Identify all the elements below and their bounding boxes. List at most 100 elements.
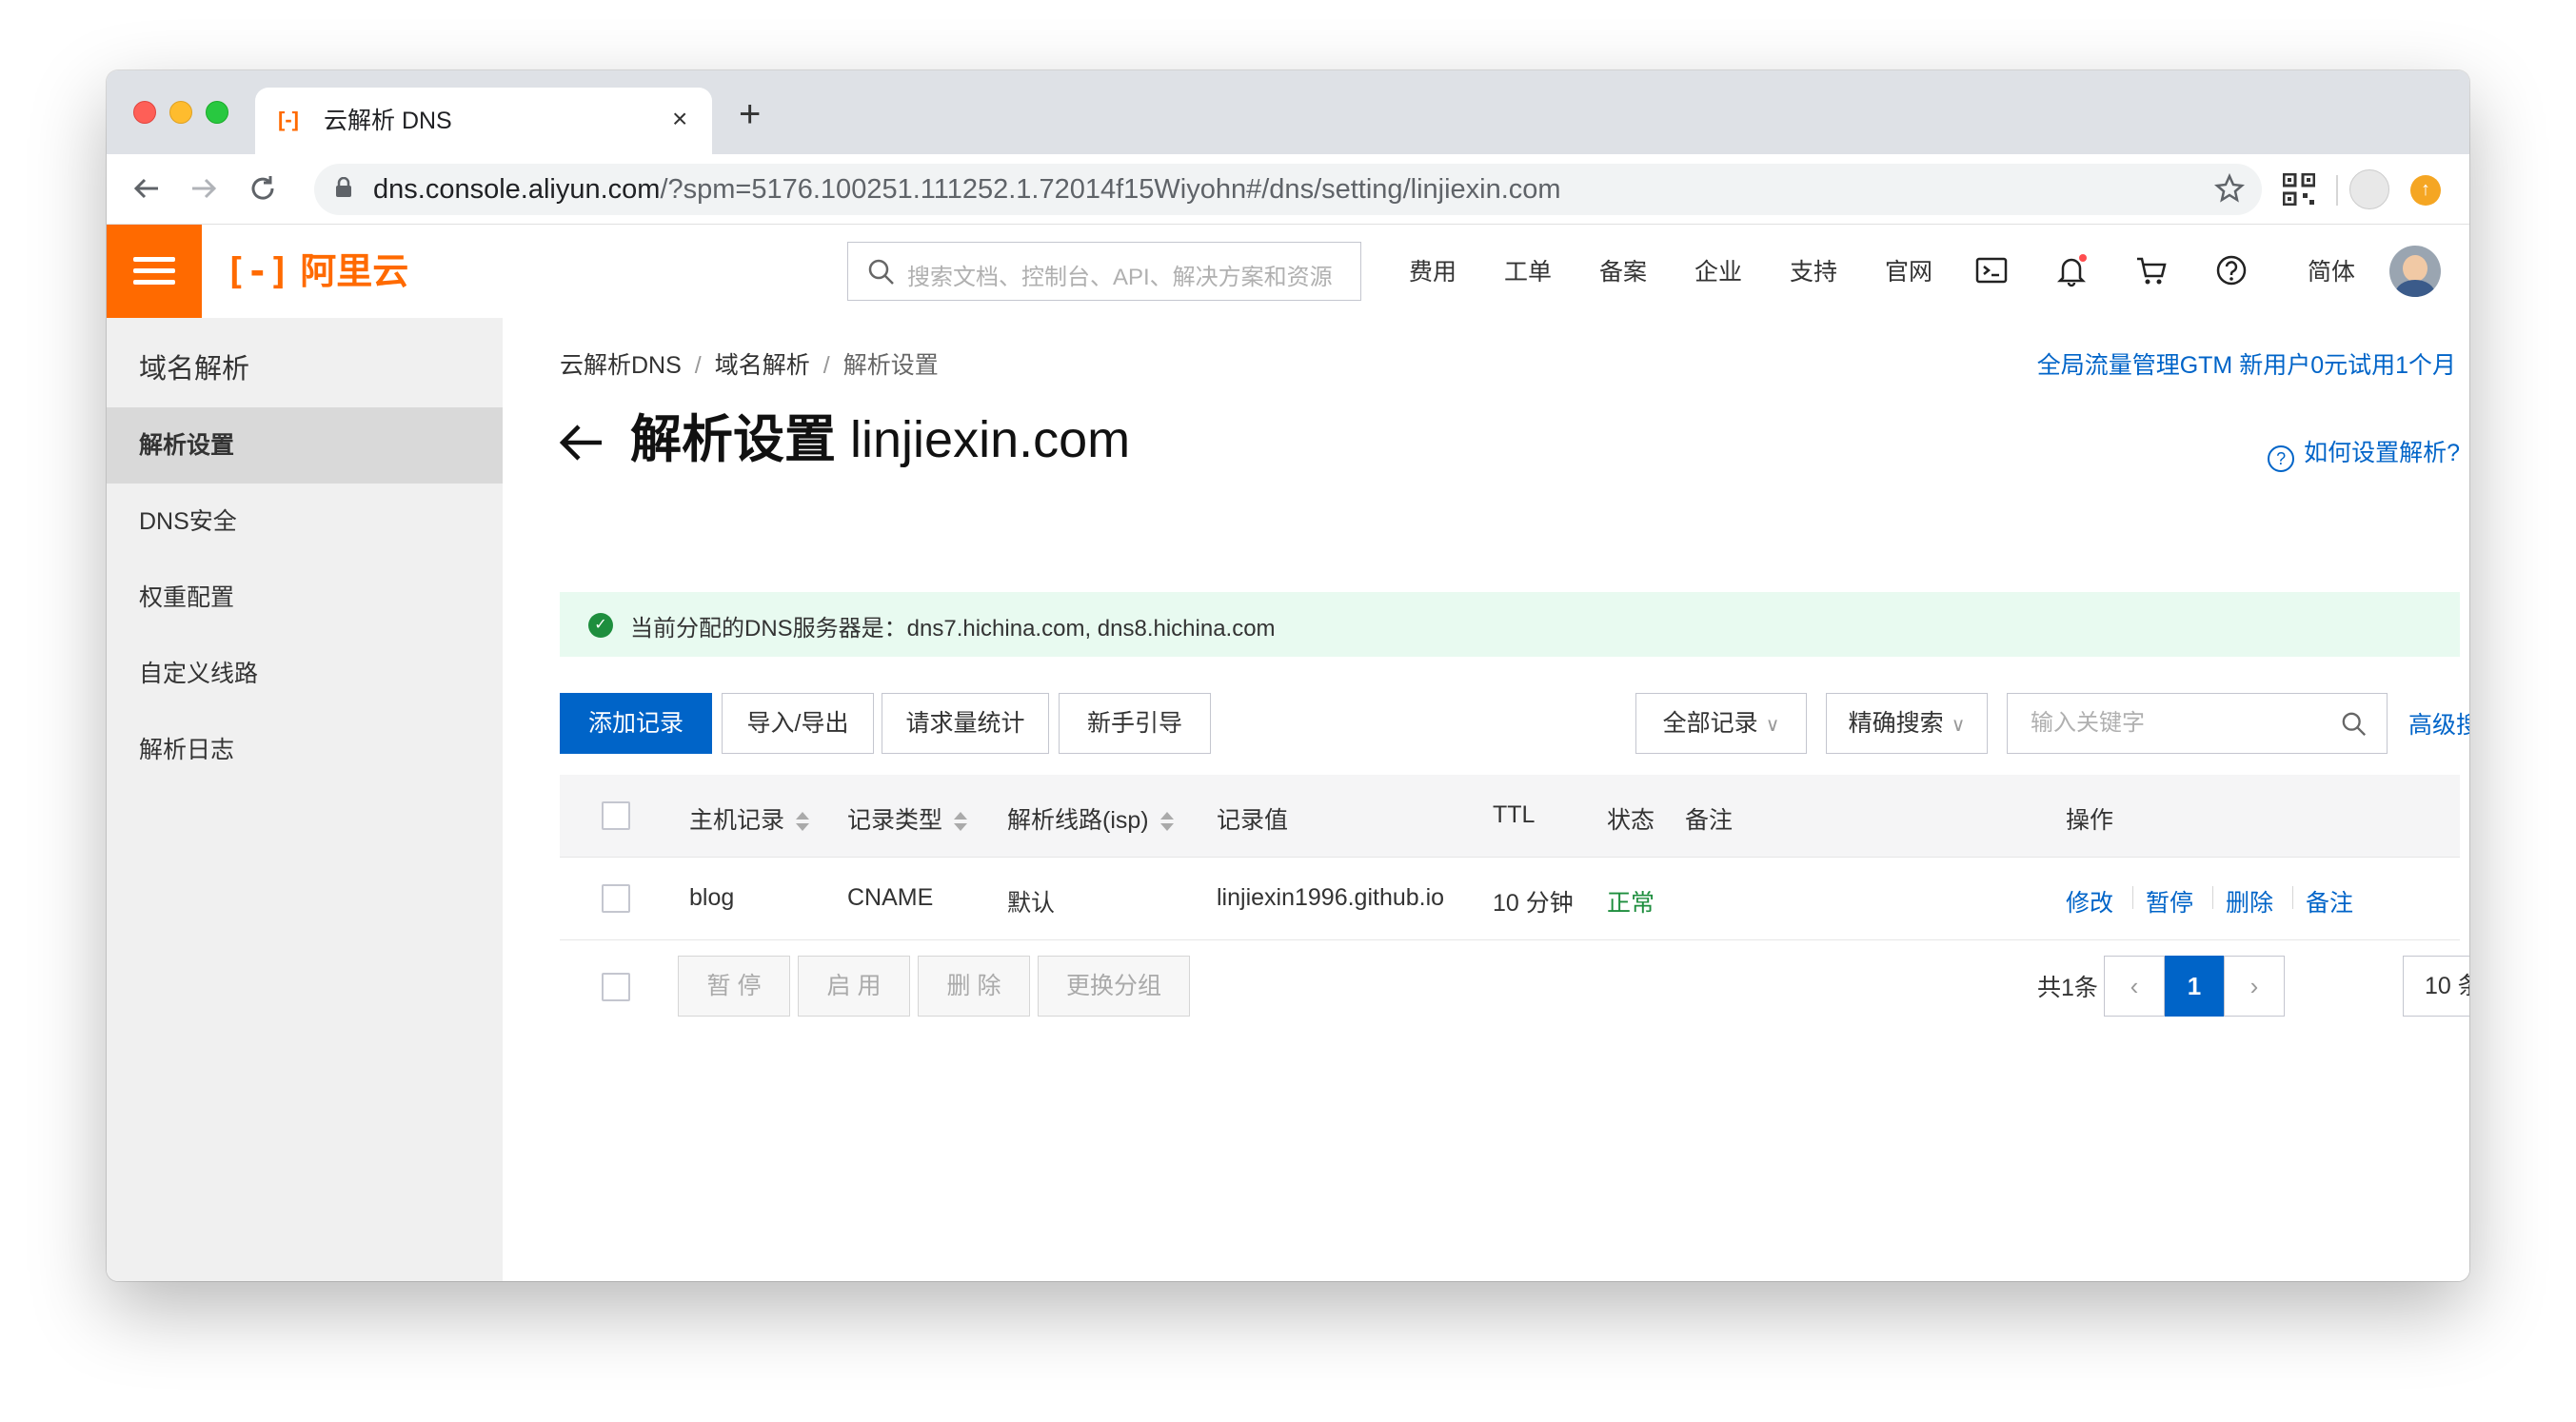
sidebar-item-dns-settings[interactable]: 解析设置 <box>107 407 503 484</box>
batch-select-checkbox[interactable] <box>602 973 630 1001</box>
forward-arrow-icon[interactable] <box>188 173 219 204</box>
column-host[interactable]: 主机记录 <box>689 801 810 836</box>
qr-code-icon[interactable] <box>2283 173 2315 206</box>
add-record-button[interactable]: 添加记录 <box>560 693 712 754</box>
cell-ttl: 10 分钟 <box>1493 890 1574 917</box>
nav-enterprise[interactable]: 企业 <box>1694 259 1742 286</box>
sidebar-item-dns-security[interactable]: DNS安全 <box>107 484 503 560</box>
language-switch[interactable]: 简体 <box>2308 259 2355 286</box>
batch-pause-button[interactable]: 暂 停 <box>678 956 790 1017</box>
terminal-icon[interactable] <box>1974 253 2009 287</box>
user-avatar[interactable] <box>2389 246 2441 297</box>
check-circle-icon: ✓ <box>588 613 613 638</box>
back-arrow-icon[interactable] <box>556 417 607 468</box>
column-type[interactable]: 记录类型 <box>847 801 968 836</box>
cart-icon[interactable] <box>2134 253 2169 287</box>
beginner-guide-button[interactable]: 新手引导 <box>1059 693 1211 754</box>
update-arrow-icon[interactable]: ↑ <box>2410 175 2441 206</box>
new-tab-button[interactable]: + <box>739 95 761 133</box>
page-size-select[interactable]: 10 条/页∨ <box>2403 956 2469 1017</box>
keyword-search-field[interactable] <box>2007 693 2388 754</box>
notice-text: 当前分配的DNS服务器是：dns7.hichina.com, dns8.hich… <box>630 616 1276 642</box>
action-divider <box>2132 886 2133 909</box>
hamburger-menu-icon[interactable] <box>107 225 202 318</box>
gtm-promo-link[interactable]: 全局流量管理GTM 新用户0元试用1个月 <box>2037 346 2456 381</box>
notification-bell-icon[interactable] <box>2054 253 2089 287</box>
sort-icon <box>954 812 968 832</box>
main-content: 云解析DNS / 域名解析 / 解析设置 全局流量管理GTM 新用户0元试用1个月 解析… <box>503 318 2469 1281</box>
request-stats-button[interactable]: 请求量统计 <box>882 693 1049 754</box>
row-checkbox[interactable] <box>602 884 630 913</box>
dns-server-notice: ✓ 当前分配的DNS服务器是：dns7.hichina.com, dns8.hi… <box>560 592 2460 657</box>
column-remark: 备注 <box>1685 807 1734 834</box>
breadcrumb-current: 解析设置 <box>842 352 939 379</box>
tab-strip: [-] 云解析 DNS × + <box>107 70 2469 154</box>
nav-tickets[interactable]: 工单 <box>1504 259 1552 286</box>
table-row: blog CNAME 默认 linjiexin1996.github.io 10… <box>560 857 2460 940</box>
page-1-button[interactable]: 1 <box>2165 956 2224 1017</box>
bookmark-star-icon[interactable] <box>2214 173 2245 204</box>
precise-search-select[interactable]: 精确搜索 ∨ <box>1826 693 1988 754</box>
browser-toolbar: dns.console.aliyun.com/?spm=5176.100251.… <box>107 154 2469 225</box>
pause-record-link[interactable]: 暂停 <box>2146 884 2193 918</box>
change-group-button[interactable]: 更换分组 <box>1038 956 1190 1017</box>
remark-record-link[interactable]: 备注 <box>2306 884 2353 918</box>
chevron-down-icon: ∨ <box>1951 715 1966 736</box>
search-icon[interactable] <box>2341 711 2368 738</box>
nav-icp[interactable]: 备案 <box>1599 259 1647 286</box>
import-export-button[interactable]: 导入/导出 <box>722 693 874 754</box>
aliyun-logo[interactable]: [-] 阿里云 <box>225 249 408 294</box>
cell-status: 正常 <box>1607 890 1655 917</box>
help-circle-icon[interactable] <box>2214 253 2249 287</box>
column-line[interactable]: 解析线路(isp) <box>1007 801 1174 836</box>
nav-support[interactable]: 支持 <box>1790 259 1837 286</box>
sort-icon <box>1159 812 1174 832</box>
address-bar[interactable]: dns.console.aliyun.com/?spm=5176.100251.… <box>314 164 2262 215</box>
breadcrumb-cloud-dns[interactable]: 云解析DNS <box>560 352 682 379</box>
cell-line: 默认 <box>1007 890 1056 917</box>
column-ttl: TTL <box>1493 801 1536 828</box>
question-icon: ? <box>2268 445 2295 472</box>
url-text: dns.console.aliyun.com/?spm=5176.100251.… <box>373 174 1561 205</box>
nav-official-site[interactable]: 官网 <box>1885 259 1932 286</box>
sidebar-item-weight-config[interactable]: 权重配置 <box>107 560 503 636</box>
close-window-button[interactable] <box>133 101 156 124</box>
console-header: [-] 阿里云 搜索文档、控制台、API、解决方案和资源 费用 工单 备案 企业… <box>107 225 2469 318</box>
total-count: 共1条 <box>2037 975 2098 1001</box>
nav-fees[interactable]: 费用 <box>1409 259 1456 286</box>
browser-tab[interactable]: [-] 云解析 DNS × <box>255 88 712 154</box>
breadcrumb-domain-resolution[interactable]: 域名解析 <box>715 352 810 379</box>
delete-record-link[interactable]: 删除 <box>2226 884 2273 918</box>
reload-icon[interactable] <box>248 173 278 204</box>
batch-delete-button[interactable]: 删 除 <box>918 956 1030 1017</box>
edit-record-link[interactable]: 修改 <box>2066 884 2113 918</box>
action-divider <box>2292 886 2293 909</box>
keyword-input[interactable] <box>2029 709 2314 738</box>
record-filter-select[interactable]: 全部记录 ∨ <box>1635 693 1807 754</box>
cell-value: linjiexin1996.github.io <box>1217 884 1445 911</box>
next-page-button[interactable]: › <box>2224 956 2285 1017</box>
breadcrumb: 云解析DNS / 域名解析 / 解析设置 <box>560 352 939 379</box>
close-tab-icon[interactable]: × <box>672 105 687 133</box>
prev-page-button[interactable]: ‹ <box>2104 956 2165 1017</box>
how-to-setup-link[interactable]: ? 如何设置解析? <box>2268 434 2460 472</box>
chevron-right-icon: › <box>2249 972 2259 1000</box>
select-all-checkbox[interactable] <box>602 801 630 830</box>
page-title: 解析设置 linjiexin.com <box>630 411 1131 468</box>
cell-type: CNAME <box>847 884 934 911</box>
back-arrow-icon[interactable] <box>131 173 162 204</box>
sidebar-item-custom-lines[interactable]: 自定义线路 <box>107 636 503 712</box>
search-placeholder: 搜索文档、控制台、API、解决方案和资源 <box>907 265 1333 290</box>
maximize-window-button[interactable] <box>206 101 228 124</box>
sidebar-title: 域名解析 <box>139 354 250 385</box>
extension-icon[interactable] <box>2349 169 2389 209</box>
column-actions: 操作 <box>2066 807 2114 834</box>
advanced-search-link[interactable]: 高级搜索▼ <box>2408 706 2469 741</box>
sidebar-item-resolution-log[interactable]: 解析日志 <box>107 712 503 788</box>
global-search-input[interactable]: 搜索文档、控制台、API、解决方案和资源 <box>847 242 1361 301</box>
search-icon <box>868 259 894 285</box>
batch-enable-button[interactable]: 启 用 <box>798 956 910 1017</box>
sidebar: 域名解析 解析设置 DNS安全 权重配置 自定义线路 解析日志 <box>107 318 503 1281</box>
minimize-window-button[interactable] <box>169 101 192 124</box>
lock-icon <box>336 177 351 197</box>
